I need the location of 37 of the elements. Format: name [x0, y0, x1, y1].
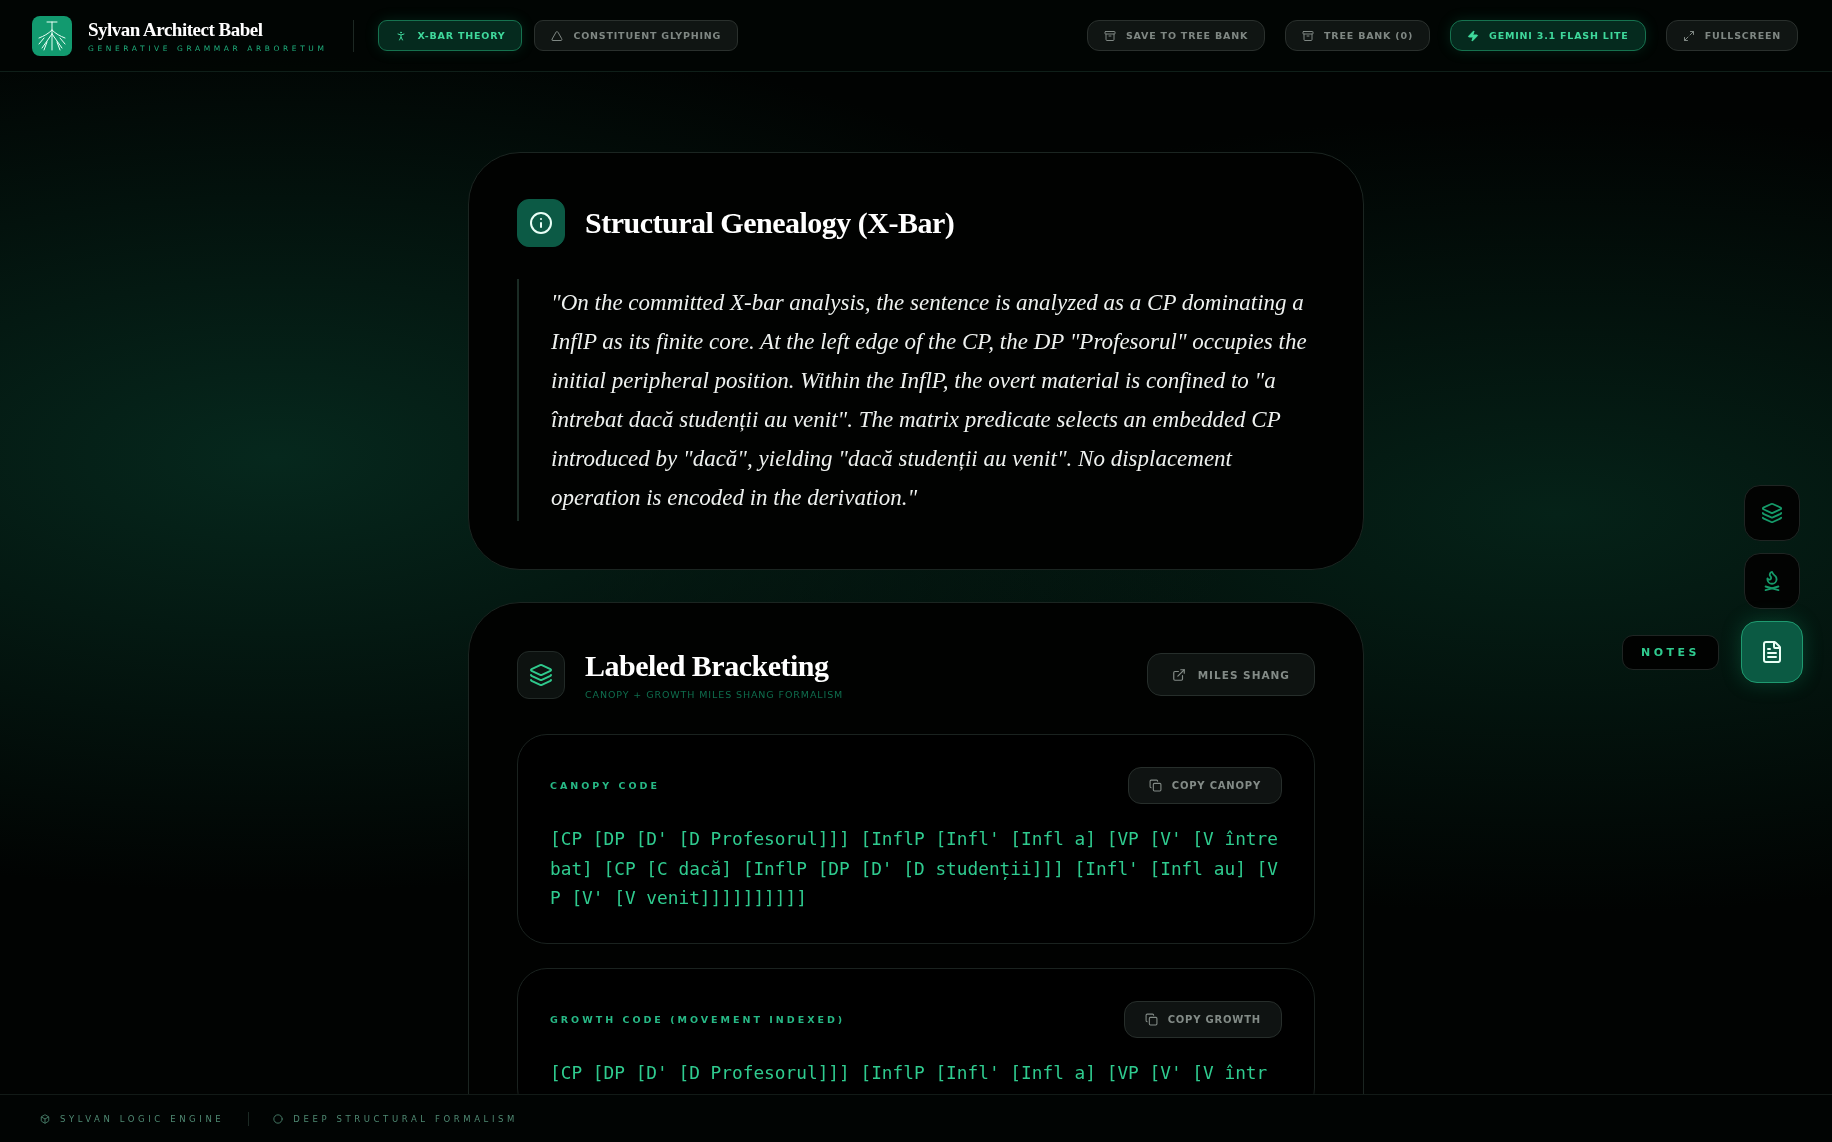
expand-icon — [1682, 29, 1695, 42]
archive-icon — [1302, 29, 1315, 42]
app-title: Sylvan Architect Babel — [88, 18, 264, 41]
bracket-code: [CP [DP [D' [D Profesorul]]] [InflP [Infl' [Infl a] [VP [V' [V întrebat] [CP [C dacă] [InflP [DP [D' [D studenții]]] [Infl' [Infl au] [VP [V' [V venit]]]]]]]]]] — [550, 827, 1279, 910]
copy-icon — [1144, 1012, 1158, 1026]
lightning-icon — [1467, 29, 1480, 42]
info-icon — [517, 199, 565, 247]
archive-icon — [1103, 29, 1116, 42]
bracket-code: [CP [DP [D' [D Profesorul]]] [InflP [Infl' [Infl a] [VP [V' [V într — [550, 1060, 1269, 1085]
code-label: GROWTH CODE (MOVEMENT INDEXED) — [550, 1013, 846, 1025]
copy-button[interactable]: COPY CANOPY — [1127, 767, 1282, 804]
mode-tab[interactable]: CONSTITUENT GLYPHING — [534, 20, 739, 51]
box-icon — [40, 1113, 50, 1124]
external-link-icon — [1171, 667, 1186, 682]
copy-icon — [1148, 779, 1162, 792]
tree-roots-logo — [32, 15, 72, 56]
card-title: Labeled Bracketing — [585, 649, 830, 683]
copy-button[interactable]: COPY GROWTH — [1123, 1000, 1282, 1038]
tooltip: NOTES — [1622, 634, 1719, 670]
header-button[interactable]: SAVE TO TREE BANK — [1086, 20, 1266, 51]
triangle-icon — [551, 29, 564, 42]
header-button[interactable]: TREE BANK (0) — [1285, 20, 1431, 51]
header-button[interactable]: GEMINI 3.1 FLASH LITE — [1450, 20, 1646, 51]
card-subtitle: CANOPY + GROWTH MILES SHANG FORMALISM — [585, 689, 844, 700]
external-link-button[interactable]: MILES SHANG — [1146, 653, 1315, 696]
code-label: CANOPY CODE — [550, 780, 660, 791]
document-icon — [1760, 640, 1784, 664]
footer-label: SYLVAN LOGIC ENGINE — [40, 1113, 225, 1124]
card-title: Structural Genealogy (X-Bar) — [585, 206, 955, 240]
footer-label: DEEP STRUCTURAL FORMALISM — [273, 1113, 518, 1124]
mode-tab[interactable]: X-BAR THEORY — [378, 20, 523, 51]
header-button[interactable]: FULLSCREEN — [1665, 20, 1798, 51]
layers-icon — [517, 650, 565, 699]
layers-icon — [1761, 502, 1783, 524]
analysis-quote: "On the committed X-bar analysis, the sentence is analyzed as a CP dominating a InflP as its finite core. At the left edge of the CP, the DP "Profesorul" occupies the initial peripheral position. Within the InflP, the overt material is confined to "a întrebat dacă studenții au venit". The matrix predicate selects an embedded CP introduced by "dacă", yielding "dacă studenții au venit". No displacement operation is encoded in the derivation." — [517, 279, 1315, 521]
circle-icon — [273, 1113, 284, 1124]
side-rail-button[interactable] — [1741, 621, 1803, 683]
